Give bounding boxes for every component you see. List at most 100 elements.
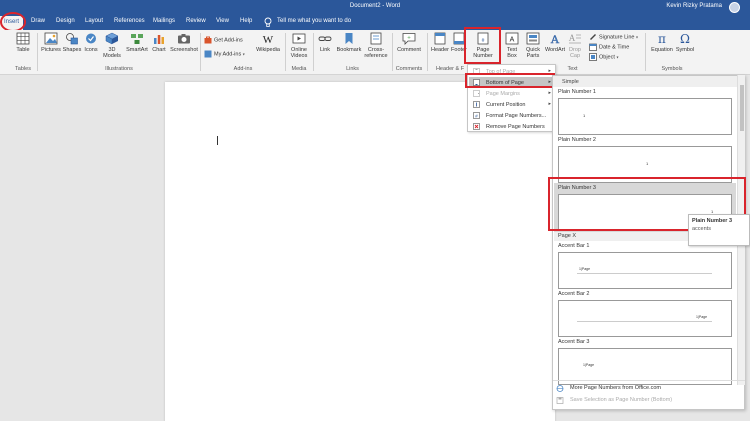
gallery-item-label: Page X [558,233,577,239]
signature-line-label: Signature Line [599,34,635,41]
page-number-preview: 1 [646,161,649,166]
current-position-icon [473,101,480,108]
tab-view[interactable]: View [216,18,229,24]
date-time-button[interactable]: Date & Time [589,43,629,51]
online-videos-button[interactable]: Online Videos [288,32,310,59]
tab-references[interactable]: References [114,18,145,24]
bookmark-button[interactable]: Bookmark [335,32,363,53]
menu-item-label: Remove Page Numbers [486,124,545,130]
menu-item-format-page-numbers[interactable]: # Format Page Numbers... [469,110,555,121]
avatar[interactable] [729,2,740,13]
gallery-item-accent-bar-3[interactable]: Accent Bar 3 1|Page [554,337,736,385]
accent-line [577,273,712,274]
smartart-button[interactable]: SmartArt [124,32,150,53]
tab-help[interactable]: Help [240,18,252,24]
gallery-item-plain-number-2[interactable]: Plain Number 2 1 [554,135,736,183]
more-page-numbers-label: More Page Numbers from Office.com [570,385,661,391]
link-button[interactable]: Link [316,32,334,53]
drop-cap-icon: A [569,33,581,44]
wordart-button[interactable]: A WordArt [543,32,567,53]
gallery-thumbnail: 1|Page [558,300,732,337]
get-addins-button[interactable]: Get Add-ins [204,36,243,44]
dropdown-arrow-icon: ▾ [636,34,639,40]
wikipedia-icon: W [263,34,274,45]
text-box-button[interactable]: A Text Box [503,32,521,59]
gallery-thumbnail: 1|Page [558,252,732,289]
gallery-item-label: Plain Number 1 [558,89,596,95]
text-box-label-2: Box [507,53,517,59]
group-divider [313,33,314,71]
dropdown-arrow-icon: ▾ [242,51,245,57]
object-button[interactable]: Object ▾ [589,53,618,61]
pictures-button[interactable]: Pictures [40,32,62,53]
smartart-icon [131,34,143,44]
group-divider [200,33,201,71]
3d-models-label-2: Models [103,53,121,59]
accent-bar-preview: 1|Page [583,363,595,367]
more-page-numbers-link[interactable]: More Page Numbers from Office.com [553,385,738,394]
wordart-label: WordArt [544,47,566,53]
ribbon-insert: Table Tables Pictures Shapes Icons 3D Mo… [0,30,750,75]
menu-item-label: Format Page Numbers... [486,113,547,119]
quick-parts-button[interactable]: Quick Parts [523,32,543,59]
signature-line-button[interactable]: Signature Line ▾ [589,33,638,41]
cross-reference-label-2: reference [364,53,388,59]
group-divider [392,33,393,71]
header-icon [434,32,446,45]
tooltip-title: Plain Number 3 [692,218,733,224]
tab-design[interactable]: Design [56,18,75,24]
group-divider [37,33,38,71]
chart-button[interactable]: Chart [150,32,168,53]
quick-parts-icon [526,32,540,45]
text-cursor [217,136,218,145]
comment-button[interactable]: + Comment [395,32,423,53]
object-icon [589,53,597,61]
gallery-item-label: Plain Number 2 [558,137,596,143]
wikipedia-button[interactable]: W Wikipedia [254,32,282,53]
tab-draw[interactable]: Draw [31,18,45,24]
tell-me-search[interactable]: Tell me what you want to do [277,18,351,24]
gallery-item-plain-number-1[interactable]: Plain Number 1 1 [554,87,736,135]
svg-text:A: A [551,32,560,45]
gallery-item-accent-bar-1[interactable]: Accent Bar 1 1|Page [554,241,736,289]
scrollbar-thumb[interactable] [740,85,744,131]
tab-mailings[interactable]: Mailings [153,18,175,24]
save-selection-link[interactable]: Save Selection as Page Number (Bottom) [553,397,738,406]
header-button[interactable]: Header [430,32,450,53]
tab-review[interactable]: Review [186,18,206,24]
gallery-item-label: Accent Bar 3 [558,339,590,345]
accent-bar-preview: 1|Page [579,267,591,271]
drop-cap-button[interactable]: A Drop Cap [567,32,583,59]
table-button[interactable]: Table [13,32,33,53]
cross-reference-button[interactable]: Cross- reference [363,32,389,59]
group-divider [285,33,286,71]
my-addins-button[interactable]: My Add-ins ▾ [204,50,245,58]
calendar-icon [589,43,597,51]
tab-layout[interactable]: Layout [85,18,103,24]
menu-item-remove-page-numbers[interactable]: Remove Page Numbers [469,121,555,132]
office-globe-icon [556,385,564,392]
equation-button[interactable]: π Equation [649,32,675,53]
document-page[interactable] [165,82,555,421]
screenshot-button[interactable]: Screenshot [169,32,199,53]
addin-icon [204,50,212,58]
menu-item-current-position[interactable]: Current Position ▸ [469,99,555,110]
menu-item-page-margins[interactable]: Page Margins ▸ [469,88,555,99]
symbol-button[interactable]: Ω Symbol [675,32,695,53]
omega-icon: Ω [680,32,690,45]
svg-text:+: + [407,36,411,42]
3d-models-button[interactable]: 3D Models [101,32,123,59]
shapes-label: Shapes [62,47,82,53]
link-label: Link [319,47,331,53]
table-label: Table [16,47,30,53]
smartart-label: SmartArt [126,47,148,53]
shapes-button[interactable]: Shapes [62,32,82,53]
user-name[interactable]: Kevin Rizky Pratama [666,3,722,9]
chart-icon [154,35,164,44]
icons-button[interactable]: Icons [82,32,100,53]
submenu-arrow-icon: ▸ [548,90,551,96]
gallery-item-accent-bar-2[interactable]: Accent Bar 2 1|Page [554,289,736,337]
gallery-footer-divider [553,380,745,381]
svg-text:A: A [569,33,576,43]
menu-item-label: Current Position [486,102,526,108]
